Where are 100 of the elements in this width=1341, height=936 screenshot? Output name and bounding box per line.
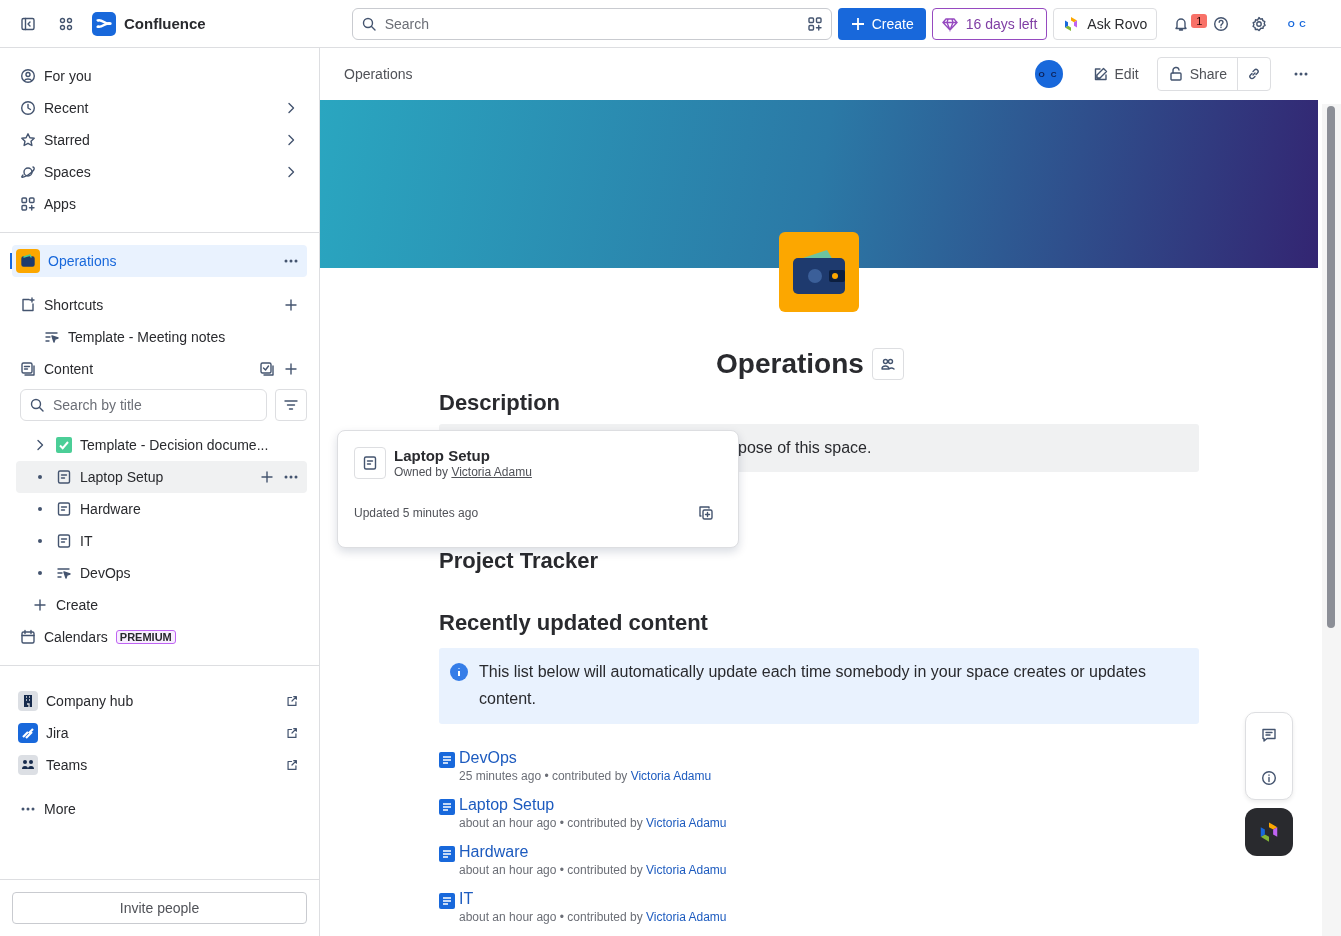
section-heading: Recently updated content	[439, 610, 709, 636]
bullet-icon	[38, 475, 42, 479]
building-icon	[18, 691, 38, 711]
external-link-icon	[285, 758, 299, 772]
page-link[interactable]: DevOps	[459, 748, 712, 768]
author-link[interactable]: Victoria Adamu	[646, 816, 727, 830]
rovo-chat-button[interactable]	[1245, 808, 1293, 856]
page-icon	[439, 893, 455, 909]
create-button[interactable]: Create	[837, 7, 926, 40]
apps-icon	[20, 196, 36, 212]
page-link[interactable]: IT	[459, 889, 727, 909]
checkmark-icon	[56, 437, 72, 453]
rovo-logo-icon	[1258, 821, 1280, 843]
page-link[interactable]: Laptop Setup	[459, 795, 727, 815]
search-field[interactable]: Search	[351, 7, 832, 40]
settings-icon	[1251, 15, 1268, 32]
page-icon	[56, 533, 72, 549]
page-tree-item[interactable]: DevOps	[16, 557, 307, 589]
page-icon	[439, 846, 455, 862]
apps-icon	[806, 15, 823, 32]
list-icon	[44, 329, 60, 345]
page-tree-item[interactable]: Template - Decision docume...	[16, 429, 307, 461]
lock-icon	[1167, 66, 1184, 82]
clock-icon	[20, 100, 36, 116]
nav-item[interactable]: Recent	[12, 92, 307, 124]
link-icon	[1246, 66, 1262, 82]
nav-item[interactable]: Apps	[12, 188, 307, 220]
help-icon	[1213, 15, 1230, 32]
diamond-icon	[941, 15, 958, 32]
search-icon	[360, 15, 377, 32]
pencil-icon	[1092, 66, 1109, 82]
checkbox-icon	[259, 361, 275, 377]
shortcuts-header: Shortcuts	[12, 289, 307, 321]
content-header: Content	[12, 353, 307, 385]
space-members-button[interactable]	[871, 348, 904, 380]
page-icon	[56, 469, 72, 485]
page-meta: about an hour ago • contributed by Victoria Adamu	[459, 909, 727, 926]
shortcut-item[interactable]: Template - Meeting notes	[12, 321, 307, 353]
info-icon	[1261, 769, 1277, 786]
nav-item[interactable]: Starred	[12, 124, 307, 156]
page-tree-item[interactable]: Hardware	[16, 493, 307, 525]
card-owner: Owned by Victoria Adamu	[394, 465, 532, 479]
author-link[interactable]: Victoria Adamu	[646, 863, 727, 877]
ask-rovo-button[interactable]: Ask Rovo	[1053, 7, 1158, 40]
wallet-icon	[791, 248, 847, 296]
breadcrumb-link[interactable]: Operations	[344, 66, 1027, 82]
page-title: Operations	[716, 348, 864, 380]
trial-button[interactable]: 16 days left	[931, 7, 1048, 40]
space-item[interactable]: Operations	[12, 245, 307, 277]
plus-icon	[259, 469, 275, 485]
person-icon	[20, 68, 36, 84]
edit-button[interactable]: Edit	[1082, 58, 1149, 90]
page-meta: about an hour ago • contributed by Victoria Adamu	[459, 862, 727, 879]
search-icon	[29, 397, 45, 413]
more-icon	[21, 807, 35, 811]
bullet-icon	[38, 539, 42, 543]
copy-add-icon	[698, 505, 714, 521]
info-text: This list below will automatically update each time somebody in your space creates or updates content.	[479, 663, 1146, 707]
author-link[interactable]: Victoria Adamu	[646, 910, 727, 924]
app-link[interactable]: Jira	[12, 717, 307, 749]
app-link[interactable]: Company hub	[12, 685, 307, 717]
page-icon	[362, 455, 378, 471]
comment-icon	[1261, 726, 1277, 743]
more-item[interactable]: More	[12, 793, 307, 825]
plus-icon	[283, 361, 299, 377]
page-tree-item[interactable]: IT	[16, 525, 307, 557]
page-icon	[56, 501, 72, 517]
filter-button[interactable]	[275, 389, 307, 421]
nav-item[interactable]: For you	[12, 60, 307, 92]
star-icon	[20, 132, 36, 148]
calendars-item[interactable]: Calendars PREMIUM	[12, 621, 307, 653]
page-link[interactable]: Hardware	[459, 842, 727, 862]
content-icon	[20, 361, 36, 377]
premium-badge: PREMIUM	[115, 630, 176, 644]
page-meta: 25 minutes ago • contributed by Victoria Adamu	[459, 768, 712, 785]
people-icon	[879, 356, 896, 372]
app-link[interactable]: Teams	[12, 749, 307, 781]
people-icon	[18, 755, 38, 775]
wallet-icon	[20, 253, 36, 269]
plus-icon	[32, 597, 48, 613]
nav-item[interactable]: Spaces	[12, 156, 307, 188]
bell-icon	[1173, 15, 1190, 32]
description-text: pose of this space.	[738, 439, 872, 457]
page-meta: about an hour ago • contributed by Victoria Adamu	[459, 815, 727, 832]
more-icon	[284, 259, 298, 263]
owner-link[interactable]: Victoria Adamu	[451, 465, 532, 479]
title-search-field[interactable]: Search by title	[20, 389, 267, 421]
info-icon	[449, 662, 469, 682]
card-title: Laptop Setup	[394, 447, 491, 465]
planet-icon	[20, 164, 36, 180]
page-tree-item[interactable]: Laptop Setup	[16, 461, 307, 493]
profile-button[interactable]: O C	[1281, 7, 1314, 40]
shortcut-icon	[20, 297, 36, 313]
grid-icon	[58, 15, 74, 32]
create-page-button[interactable]: Create	[12, 589, 307, 621]
list-icon	[56, 565, 72, 581]
author-link[interactable]: Victoria Adamu	[630, 769, 712, 783]
invite-people-button[interactable]: Invite people	[12, 892, 307, 924]
scrollbar-thumb[interactable]	[1327, 106, 1335, 628]
external-link-icon	[285, 694, 299, 708]
